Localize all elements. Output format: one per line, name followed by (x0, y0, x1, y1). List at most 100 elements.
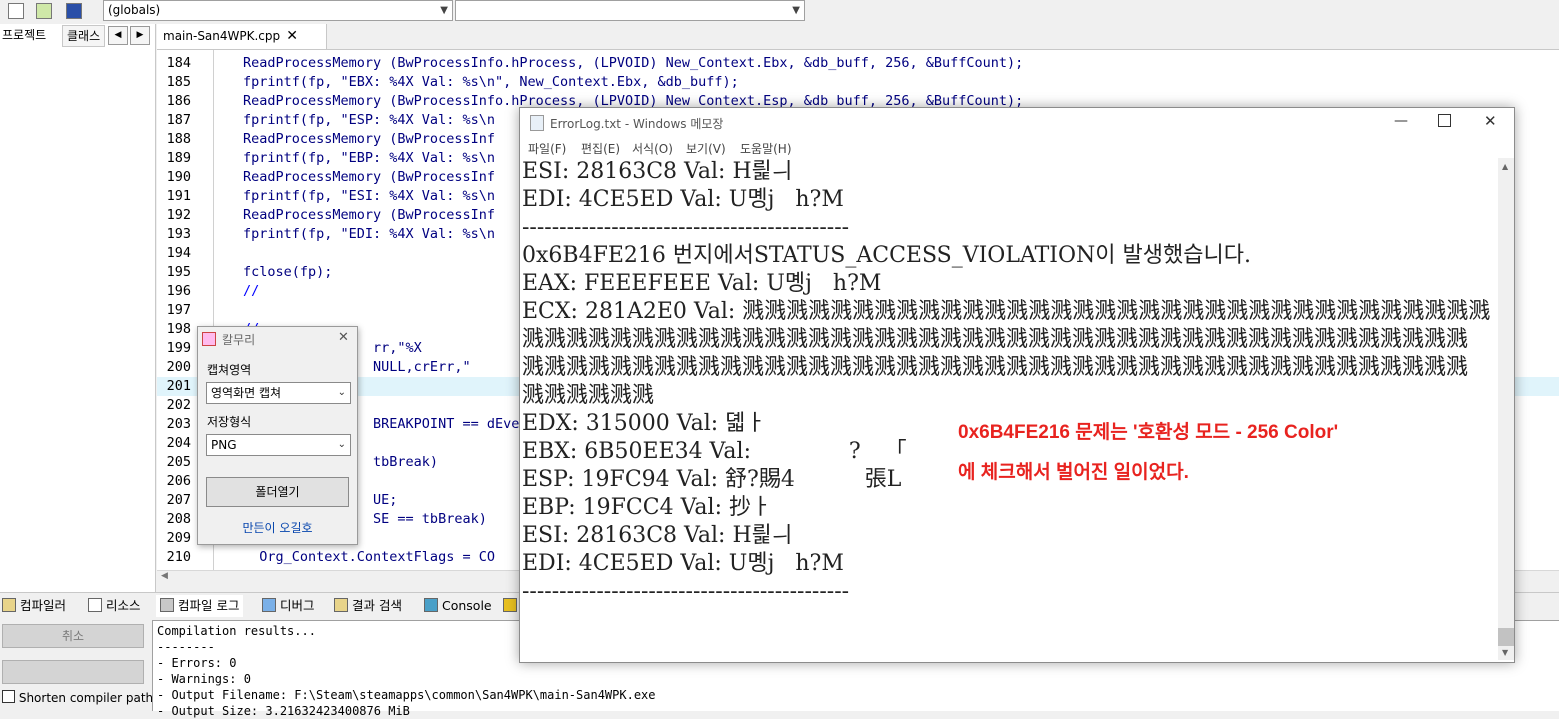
project-icon[interactable] (8, 3, 24, 19)
log-line: - Output Size: 3.21632423400876 MiB (157, 704, 410, 718)
members-combo[interactable]: ▼ (455, 0, 805, 21)
line-number: 190 (166, 169, 191, 185)
line-number: 194 (166, 245, 191, 261)
line-number: 199 (166, 340, 191, 356)
log-line: Compilation results... (157, 624, 316, 638)
file-tab[interactable]: main-San4WPK.cpp ✕ (157, 24, 327, 49)
line-number: 184 (166, 55, 191, 71)
line-number: 205 (166, 454, 191, 470)
notepad-menu-item[interactable]: 도움말(H) (740, 140, 792, 157)
log-line: - Warnings: 0 (157, 672, 251, 686)
cancel-button[interactable]: 취소 (2, 624, 144, 648)
tab-find-results-label: 결과 검색 (352, 598, 402, 613)
line-number: 202 (166, 397, 191, 413)
line-number: 192 (166, 207, 191, 223)
compiler-controls: 취소 Shorten compiler paths (0, 618, 159, 710)
line-number: 193 (166, 226, 191, 242)
notepad-text-line: 溅溅溅溅溅溅溅溅溅溅溅溅溅溅溅溅溅溅溅溅溅溅溅溅溅溅溅溅溅溅溅溅溅溅溅溅溅溅溅溅… (522, 355, 1469, 380)
notepad-window: ErrorLog.txt - Windows 메모장 — ✕ 파일(F) 편집(E… (519, 107, 1515, 663)
compiler-icon (2, 598, 16, 612)
notepad-text-line: EDX: 315000 Val: 뎳ㅏ (522, 411, 766, 436)
notepad-text-line: EDI: 4CE5ED Val: U몡j h?M (522, 187, 844, 212)
notepad-text-line: EAX: FEEEFEEE Val: U몡j h?M (522, 271, 882, 296)
scroll-up-icon[interactable]: ▲ (1502, 162, 1508, 171)
tab-next-button[interactable]: ▶ (130, 26, 150, 45)
log-line: - Errors: 0 (157, 656, 237, 670)
notepad-menu-item[interactable]: 편집(E) (581, 140, 620, 157)
line-number: 189 (166, 150, 191, 166)
tab-prev-button[interactable]: ◀ (108, 26, 128, 45)
tab-console-label: Console (442, 598, 492, 613)
code-text: fprintf(fp, "EBX: %4X Val: %s\n", New_Co… (243, 74, 739, 90)
notepad-menu-item[interactable]: 서식(O) (632, 140, 673, 157)
console-icon (424, 598, 438, 612)
add-icon[interactable] (36, 3, 52, 19)
tab-class[interactable]: 클래스 (62, 25, 106, 47)
capture-area-value: 영역화면 캡쳐 (211, 386, 282, 400)
notepad-vertical-scrollbar[interactable]: ▲ ▼ (1498, 158, 1514, 660)
code-text: fprintf(fp, "ESP: %4X Val: %s\n (243, 112, 495, 128)
code-text: ReadProcessMemory (BwProcessInf (243, 207, 495, 223)
code-text: ReadProcessMemory (BwProcessInf (243, 169, 495, 185)
notepad-menu-item[interactable]: 보기(V) (686, 140, 726, 157)
line-number: 201 (166, 378, 191, 394)
blank-button[interactable] (2, 660, 144, 684)
line-number: 209 (166, 530, 191, 546)
notepad-text-line: ESI: 28163C8 Val: H릝ㅢ (522, 159, 793, 184)
notepad-titlebar[interactable]: ErrorLog.txt - Windows 메모장 — ✕ (520, 108, 1514, 138)
code-line[interactable]: 184 ReadProcessMemory (BwProcessInfo.hPro… (157, 54, 1559, 73)
tab-compiler[interactable]: 컴파일러 (2, 595, 66, 617)
line-number: 186 (166, 93, 191, 109)
notepad-icon (530, 115, 544, 131)
tab-debug-label: 디버그 (280, 598, 315, 613)
tab-console[interactable]: Console (424, 595, 492, 617)
line-number: 195 (166, 264, 191, 280)
chevron-down-icon: ⌄ (337, 439, 346, 450)
save-format-select[interactable]: PNG ⌄ (206, 434, 351, 456)
notepad-menu-item[interactable]: 파일(F) (528, 140, 566, 157)
scroll-left-icon[interactable]: ◀ (161, 571, 168, 581)
code-text: fprintf(fp, "EBP: %4X Val: %s\n (243, 150, 495, 166)
tab-project[interactable]: 프로젝트 (2, 24, 46, 46)
chevron-down-icon: ⌄ (337, 387, 346, 398)
capture-area-select[interactable]: 영역화면 캡쳐 ⌄ (206, 382, 351, 404)
line-number: 210 (166, 549, 191, 565)
notepad-text-line: EBP: 19FCC4 Val: 抄ㅏ (522, 495, 772, 520)
minimize-icon[interactable]: — (1394, 113, 1408, 129)
checkbox[interactable] (2, 690, 15, 703)
shorten-paths-option[interactable]: Shorten compiler paths (2, 690, 159, 705)
notepad-text-line: ----------------------------------------… (522, 215, 850, 240)
code-line[interactable]: 185 fprintf(fp, "EBX: %4X Val: %s\n", New… (157, 73, 1559, 92)
notepad-text-line: 0x6B4FE216 번지에서STATUS_ACCESS_VIOLATION이 … (522, 243, 1251, 268)
bookmark-icon[interactable] (66, 3, 82, 19)
scroll-down-icon[interactable]: ▼ (1502, 648, 1508, 657)
log-icon (160, 598, 174, 612)
globals-combo[interactable]: (globals) ▼ (103, 0, 453, 21)
close-icon[interactable]: ✕ (286, 24, 298, 48)
open-folder-button[interactable]: 폴더열기 (206, 477, 349, 507)
tab-find-results[interactable]: 결과 검색 (334, 595, 402, 617)
capture-dialog-title: 칼무리 (222, 333, 256, 347)
scroll-thumb[interactable] (1498, 628, 1514, 646)
tab-compile-log[interactable]: 컴파일 로그 (156, 595, 244, 617)
line-number: 206 (166, 473, 191, 489)
line-number: 185 (166, 74, 191, 90)
notepad-text-area[interactable]: ESI: 28163C8 Val: H릝ㅢ EDI: 4CE5ED Val: U몡… (522, 158, 1498, 658)
notepad-text-line: EDI: 4CE5ED Val: U몡j h?M (522, 551, 844, 576)
author-link[interactable]: 만든이 오길호 (198, 519, 357, 536)
tab-debug[interactable]: 디버그 (262, 595, 315, 617)
chevron-down-icon: ▼ (440, 5, 448, 16)
annotation-line-2: 에 체크해서 벌어진 일이었다. (958, 462, 1189, 483)
line-number: 196 (166, 283, 191, 299)
line-number: 187 (166, 112, 191, 128)
tab-resources-label: 리소스 (106, 598, 141, 613)
close-icon[interactable]: ✕ (338, 330, 349, 345)
tab-resources[interactable]: 리소스 (88, 595, 141, 617)
project-panel: 프로젝트 클래스 ◀ ▶ (0, 24, 156, 592)
tab-compile-log-label: 컴파일 로그 (178, 598, 240, 613)
maximize-icon[interactable] (1438, 114, 1451, 127)
save-format-value: PNG (211, 438, 237, 452)
code-text: // (243, 283, 260, 299)
notepad-title: ErrorLog.txt - Windows 메모장 (550, 117, 724, 131)
close-icon[interactable]: ✕ (1484, 112, 1497, 130)
